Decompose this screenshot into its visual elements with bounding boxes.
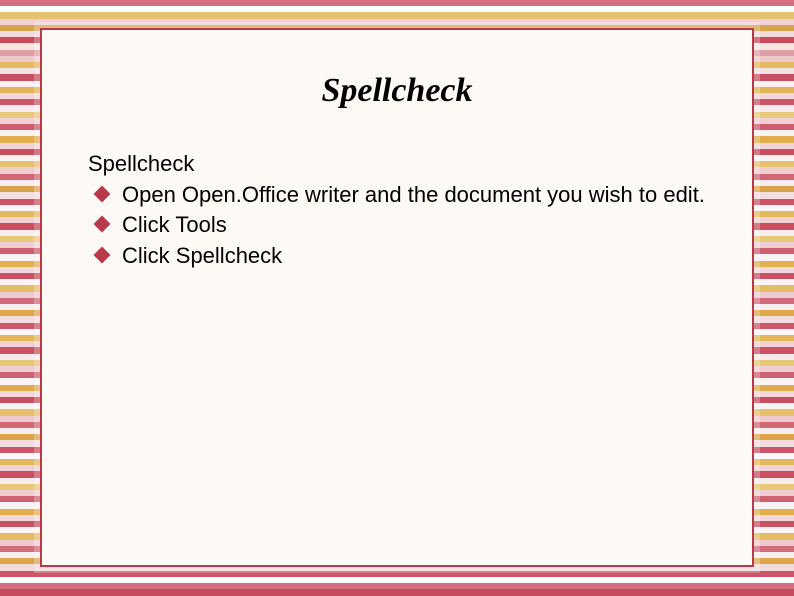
- slide-title: Spellcheck: [42, 72, 752, 110]
- list-item-text: Click Spellcheck: [122, 243, 282, 268]
- diamond-bullet-icon: [94, 246, 111, 263]
- bullet-list: Open Open.Office writer and the document…: [88, 181, 706, 271]
- slide-content: Spellcheck Open Open.Office writer and t…: [88, 150, 706, 270]
- diamond-bullet-icon: [94, 216, 111, 233]
- list-item: Click Spellcheck: [92, 242, 706, 271]
- diamond-bullet-icon: [94, 185, 111, 202]
- list-item: Open Open.Office writer and the document…: [92, 181, 706, 210]
- slide-panel: Spellcheck Spellcheck Open Open.Office w…: [40, 28, 754, 567]
- list-item-text: Open Open.Office writer and the document…: [122, 182, 705, 207]
- list-item-text: Click Tools: [122, 212, 227, 237]
- slide-subheading: Spellcheck: [88, 150, 706, 179]
- list-item: Click Tools: [92, 211, 706, 240]
